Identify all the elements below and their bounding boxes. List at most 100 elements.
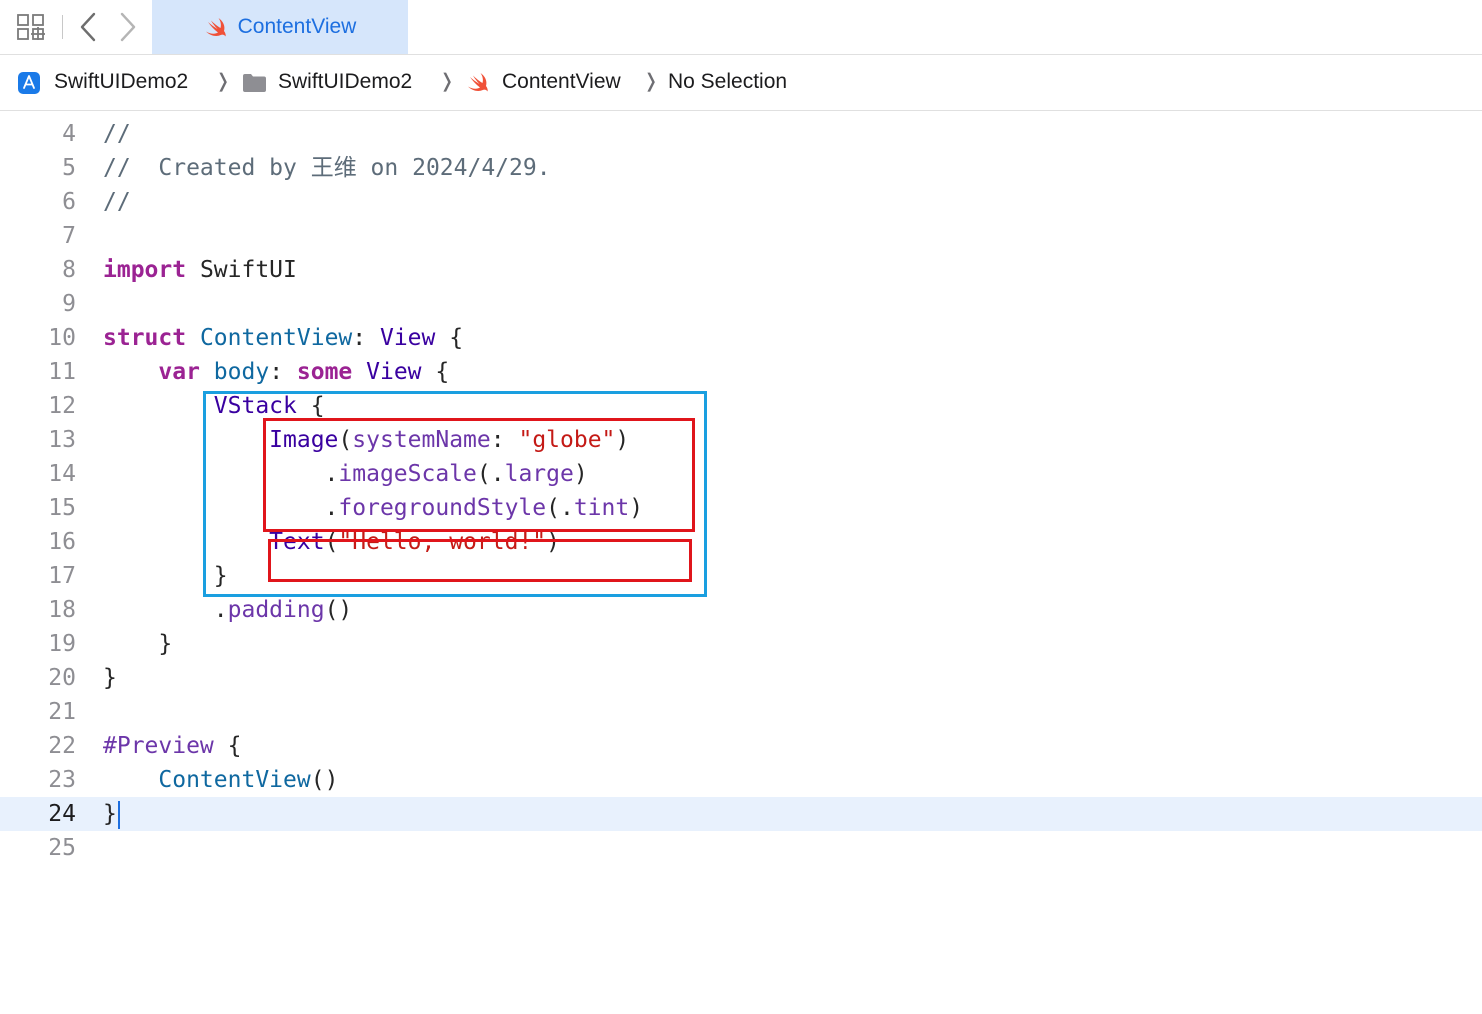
swift-icon bbox=[205, 18, 226, 37]
code-line[interactable]: 6 // bbox=[0, 185, 1482, 219]
code-token: ) bbox=[546, 529, 560, 555]
line-number: 7 bbox=[62, 223, 76, 249]
code-line[interactable]: 9 bbox=[0, 287, 1482, 321]
code-line[interactable]: 19 } bbox=[0, 627, 1482, 661]
breadcrumb-project[interactable]: SwiftUIDemo2 bbox=[54, 70, 188, 94]
code-line[interactable]: 22 #Preview { bbox=[0, 729, 1482, 763]
code-line[interactable]: 23 ContentView() bbox=[0, 763, 1482, 797]
code-token: . bbox=[103, 461, 339, 487]
code-token: } bbox=[103, 631, 173, 657]
code-text: .imageScale(.large) bbox=[103, 457, 588, 491]
code-token: // Created by 王维 on 2024/4/29. bbox=[103, 155, 551, 181]
code-text: // bbox=[103, 117, 131, 151]
code-token: ( bbox=[324, 529, 339, 555]
text-cursor bbox=[117, 800, 120, 829]
code-token: tint bbox=[573, 495, 630, 521]
code-line[interactable]: 17 } bbox=[0, 559, 1482, 593]
grid-icon[interactable] bbox=[17, 14, 45, 40]
code-token: Image bbox=[269, 427, 339, 453]
folder-icon bbox=[243, 74, 266, 92]
code-token: ) bbox=[629, 495, 644, 521]
code-token: } bbox=[103, 665, 117, 691]
code-line[interactable]: 24} bbox=[0, 797, 1482, 831]
code-token: { bbox=[435, 325, 464, 351]
code-text: VStack { bbox=[103, 389, 325, 423]
code-line[interactable]: 4 // bbox=[0, 117, 1482, 151]
code-token: . bbox=[103, 597, 228, 623]
line-number: 4 bbox=[62, 121, 76, 147]
tab-bar: ContentView bbox=[0, 0, 1482, 55]
code-token: ) bbox=[615, 427, 630, 453]
code-token: systemName bbox=[352, 427, 491, 453]
code-token: View bbox=[366, 359, 422, 385]
line-number: 19 bbox=[48, 631, 76, 657]
chevron-left-icon[interactable] bbox=[76, 10, 102, 44]
line-number: 21 bbox=[48, 699, 76, 725]
code-line[interactable]: 20} bbox=[0, 661, 1482, 695]
code-token: large bbox=[504, 461, 574, 487]
code-line[interactable]: 10 struct ContentView: View { bbox=[0, 321, 1482, 355]
code-text: Text("Hello, world!") bbox=[103, 525, 560, 559]
line-number: 5 bbox=[62, 155, 76, 181]
code-token: "Hello, world!" bbox=[338, 529, 547, 555]
code-token: some bbox=[296, 359, 353, 385]
breadcrumb-file[interactable]: ContentView bbox=[502, 70, 621, 94]
code-line[interactable]: 5 // Created by 王维 on 2024/4/29. bbox=[0, 151, 1482, 185]
breadcrumb-selection[interactable]: No Selection bbox=[668, 70, 787, 94]
code-line[interactable]: 8 import SwiftUI bbox=[0, 253, 1482, 287]
code-token: () bbox=[324, 597, 353, 623]
code-text: Image(systemName: "globe") bbox=[103, 423, 629, 457]
line-number: 12 bbox=[48, 393, 76, 419]
line-number: 10 bbox=[48, 325, 76, 351]
code-line[interactable]: 25 bbox=[0, 831, 1482, 865]
code-token: { bbox=[213, 733, 242, 759]
line-number: 6 bbox=[62, 189, 76, 215]
code-text: } bbox=[103, 797, 120, 831]
code-line[interactable]: 16 Text("Hello, world!") bbox=[0, 525, 1482, 559]
code-line[interactable]: 11 var body: some View { bbox=[0, 355, 1482, 389]
app-store-icon bbox=[18, 72, 40, 94]
code-token: import bbox=[103, 257, 187, 283]
code-editor[interactable]: 4 // 5 // Created by 王维 on 2024/4/29. 6 // 7 8 i… bbox=[0, 111, 1482, 1014]
code-line[interactable]: 15 .foregroundStyle(.tint) bbox=[0, 491, 1482, 525]
line-number: 9 bbox=[62, 291, 76, 317]
code-line[interactable]: 21 bbox=[0, 695, 1482, 729]
code-token: ContentView bbox=[199, 325, 353, 351]
code-token: imageScale bbox=[338, 461, 477, 487]
code-text: import SwiftUI bbox=[103, 253, 297, 287]
code-token: { bbox=[296, 393, 325, 419]
code-line[interactable]: 12 VStack { bbox=[0, 389, 1482, 423]
code-token: #Preview bbox=[103, 733, 214, 759]
tab-contentview[interactable]: ContentView bbox=[152, 0, 408, 54]
line-number: 13 bbox=[48, 427, 76, 453]
code-text: .padding() bbox=[103, 593, 353, 627]
breadcrumb-folder[interactable]: SwiftUIDemo2 bbox=[278, 70, 412, 94]
code-token: ) bbox=[573, 461, 588, 487]
code-text: // Created by 王维 on 2024/4/29. bbox=[103, 151, 551, 185]
code-token: Text bbox=[269, 529, 325, 555]
code-token: var bbox=[158, 359, 200, 385]
code-token: (. bbox=[546, 495, 574, 521]
code-token: } bbox=[103, 801, 117, 827]
line-number: 18 bbox=[48, 597, 76, 623]
code-token: . bbox=[103, 495, 339, 521]
line-number: 11 bbox=[48, 359, 76, 385]
line-number: 24 bbox=[48, 801, 76, 827]
code-line[interactable]: 18 .padding() bbox=[0, 593, 1482, 627]
code-token: : bbox=[269, 359, 297, 385]
code-line[interactable]: 14 .imageScale(.large) bbox=[0, 457, 1482, 491]
line-number: 8 bbox=[62, 257, 76, 283]
code-token: } bbox=[103, 563, 228, 589]
code-line[interactable]: 13 Image(systemName: "globe") bbox=[0, 423, 1482, 457]
line-number: 23 bbox=[48, 767, 76, 793]
toolbar-divider bbox=[62, 15, 63, 39]
code-line[interactable]: 7 bbox=[0, 219, 1482, 253]
chevron-right-icon[interactable] bbox=[114, 10, 140, 44]
line-number: 16 bbox=[48, 529, 76, 555]
